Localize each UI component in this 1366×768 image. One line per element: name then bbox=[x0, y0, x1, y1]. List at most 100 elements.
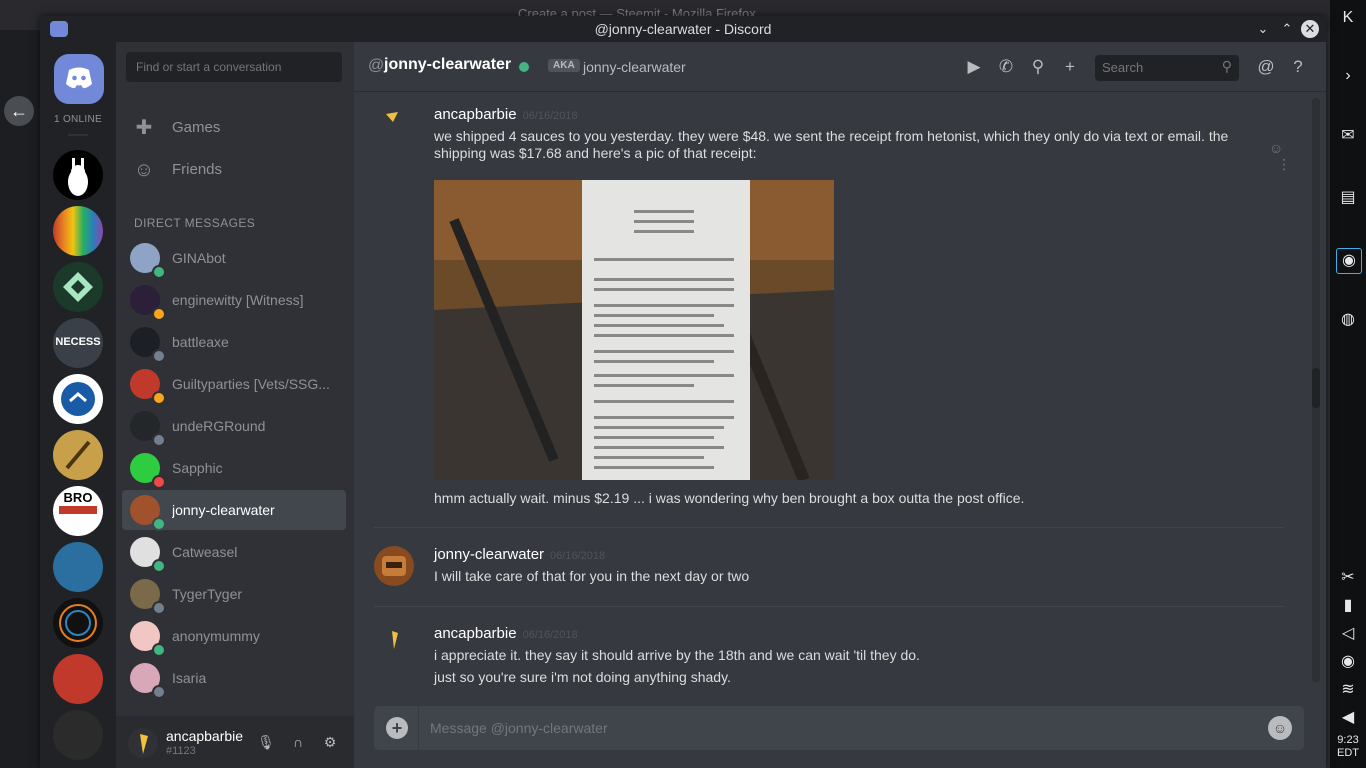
dm-item[interactable]: Isaria bbox=[122, 658, 346, 699]
dm-item[interactable]: battleaxe bbox=[122, 322, 346, 363]
volume-icon[interactable]: ◁ bbox=[1336, 622, 1360, 646]
server-icon[interactable] bbox=[53, 654, 103, 704]
nav-games[interactable]: ✚ Games bbox=[124, 108, 346, 148]
clock-timezone: EDT bbox=[1337, 747, 1359, 759]
nav-games-label: Games bbox=[172, 119, 221, 136]
clock[interactable]: 9:23 EDT bbox=[1330, 734, 1366, 760]
message-divider bbox=[374, 606, 1284, 607]
dm-search-input[interactable]: Find or start a conversation bbox=[126, 52, 342, 82]
window-titlebar: @jonny-clearwater - Discord ⌄ ⌃ ✕ bbox=[40, 16, 1326, 42]
dm-item[interactable]: Sapphic bbox=[122, 448, 346, 489]
message-author[interactable]: jonny-clearwater bbox=[434, 546, 544, 563]
message-avatar[interactable] bbox=[374, 546, 414, 586]
server-icon[interactable] bbox=[53, 262, 103, 312]
mentions-icon[interactable]: @ bbox=[1255, 56, 1277, 78]
message-avatar[interactable] bbox=[374, 106, 414, 146]
message-author[interactable]: ancapbarbie bbox=[434, 625, 517, 642]
message-divider bbox=[374, 527, 1284, 528]
dm-item[interactable]: undeRGRound bbox=[122, 406, 346, 447]
add-reaction-icon[interactable]: ☺ bbox=[1269, 140, 1283, 156]
message-text: I will take care of that for you in the … bbox=[434, 568, 750, 584]
microphone-icon[interactable]: 🎙︎ bbox=[256, 732, 276, 752]
server-icon[interactable]: NECESS bbox=[53, 318, 103, 368]
pin-icon[interactable]: ⚲ bbox=[1027, 56, 1049, 78]
window-title: @jonny-clearwater - Discord bbox=[594, 21, 772, 37]
server-icon[interactable] bbox=[53, 374, 103, 424]
online-status-dot bbox=[519, 62, 529, 72]
discord-home-icon bbox=[66, 67, 92, 89]
dm-name: TygerTyger bbox=[172, 586, 243, 602]
add-friend-icon[interactable]: + bbox=[1059, 56, 1081, 78]
user-name: ancapbarbie bbox=[166, 728, 244, 744]
voice-call-icon[interactable]: ✆ bbox=[995, 56, 1017, 78]
help-icon[interactable]: ? bbox=[1287, 56, 1309, 78]
video-call-icon[interactable]: ▶ bbox=[963, 56, 985, 78]
user-panel: ancapbarbie #1123 🎙︎ ∩ ⚙ bbox=[116, 716, 354, 768]
dm-item[interactable]: Guiltyparties [Vets/SSG... bbox=[122, 364, 346, 405]
chat-area: @ jonny-clearwater AKA jonny-clearwater … bbox=[354, 42, 1326, 768]
back-icon[interactable]: ← bbox=[4, 96, 34, 126]
composer-divider bbox=[418, 706, 419, 750]
message-timestamp: 06/16/2018 bbox=[550, 550, 606, 562]
server-icon[interactable] bbox=[53, 598, 103, 648]
server-list: 1 ONLINE NECESS BRO bbox=[40, 42, 116, 768]
message-avatar[interactable] bbox=[374, 625, 414, 665]
scrollbar-thumb[interactable] bbox=[1312, 368, 1320, 408]
message-input[interactable]: Message @jonny-clearwater bbox=[430, 720, 608, 736]
mail-app-icon[interactable]: ✉ bbox=[1336, 124, 1360, 148]
status-dot bbox=[152, 643, 166, 657]
dm-item-active[interactable]: jonny-clearwater bbox=[122, 490, 346, 531]
status-dot bbox=[152, 685, 166, 699]
notes-app-icon[interactable]: ▤ bbox=[1336, 186, 1360, 210]
discord-tray-icon[interactable]: ◉ bbox=[1336, 650, 1360, 674]
nav-friends[interactable]: ☺ Friends bbox=[124, 150, 346, 190]
minimize-icon[interactable]: ⌄ bbox=[1254, 20, 1272, 38]
message-composer[interactable]: + Message @jonny-clearwater ☺ bbox=[374, 706, 1304, 750]
firefox-sidebar: ← bbox=[0, 30, 40, 768]
headphones-icon[interactable]: ∩ bbox=[288, 732, 308, 752]
message-list: ancapbarbie 06/16/2018 we shipped 4 sauce… bbox=[354, 92, 1312, 690]
status-dot bbox=[152, 349, 166, 363]
battery-icon[interactable]: ▮ bbox=[1336, 594, 1360, 618]
settings-gear-icon[interactable]: ⚙ bbox=[320, 732, 340, 752]
status-dot bbox=[152, 265, 166, 279]
close-icon[interactable]: ✕ bbox=[1301, 20, 1319, 38]
status-dot bbox=[152, 475, 166, 489]
dm-item[interactable]: TygerTyger bbox=[122, 574, 346, 615]
system-panel: K › ✉ ▤ ◉ ◍ ✂ ▮ ◁ ◉ ≋ ◀ 9:23 EDT bbox=[1330, 0, 1366, 768]
panel-arrow-icon[interactable]: › bbox=[1336, 64, 1360, 88]
home-button[interactable] bbox=[54, 54, 104, 104]
scissors-icon[interactable]: ✂ bbox=[1336, 566, 1360, 590]
server-icon[interactable] bbox=[53, 150, 103, 200]
message-author[interactable]: ancapbarbie bbox=[434, 106, 517, 123]
server-icon[interactable]: BRO bbox=[53, 486, 103, 536]
server-icon[interactable] bbox=[53, 542, 103, 592]
wifi-icon[interactable]: ≋ bbox=[1336, 678, 1360, 702]
server-icon[interactable] bbox=[53, 430, 103, 480]
online-count: 1 ONLINE bbox=[54, 114, 102, 125]
user-avatar[interactable] bbox=[128, 728, 158, 758]
at-icon: @ bbox=[368, 57, 385, 74]
dm-item[interactable]: anonymummy bbox=[122, 616, 346, 657]
receipt-image[interactable] bbox=[434, 180, 834, 480]
maximize-icon[interactable]: ⌃ bbox=[1278, 20, 1296, 38]
firefox-task-icon[interactable]: ◍ bbox=[1336, 308, 1360, 332]
emoji-icon[interactable]: ☺ bbox=[1268, 716, 1292, 740]
discord-task-icon[interactable]: ◉ bbox=[1336, 248, 1362, 274]
dm-item[interactable]: GINAbot bbox=[122, 238, 346, 279]
dm-item[interactable]: Catweasel bbox=[122, 532, 346, 573]
dm-item[interactable]: enginewitty [Witness] bbox=[122, 280, 346, 321]
server-icon[interactable] bbox=[53, 206, 103, 256]
status-dot bbox=[152, 433, 166, 447]
more-options-icon[interactable]: ⋮ bbox=[1277, 156, 1291, 172]
user-discriminator: #1123 bbox=[166, 745, 196, 757]
tray-expand-icon[interactable]: ◀ bbox=[1336, 706, 1360, 730]
dm-name: Isaria bbox=[172, 670, 207, 686]
chat-recipient-name: jonny-clearwater bbox=[384, 56, 512, 73]
server-icon[interactable] bbox=[53, 710, 103, 760]
kde-launcher-icon[interactable]: K bbox=[1336, 6, 1360, 30]
dm-name: Guiltyparties [Vets/SSG... bbox=[172, 376, 330, 392]
search-input[interactable]: Search ⚲ bbox=[1095, 55, 1239, 81]
dm-name: battleaxe bbox=[172, 334, 229, 350]
upload-plus-icon[interactable]: + bbox=[386, 717, 408, 739]
